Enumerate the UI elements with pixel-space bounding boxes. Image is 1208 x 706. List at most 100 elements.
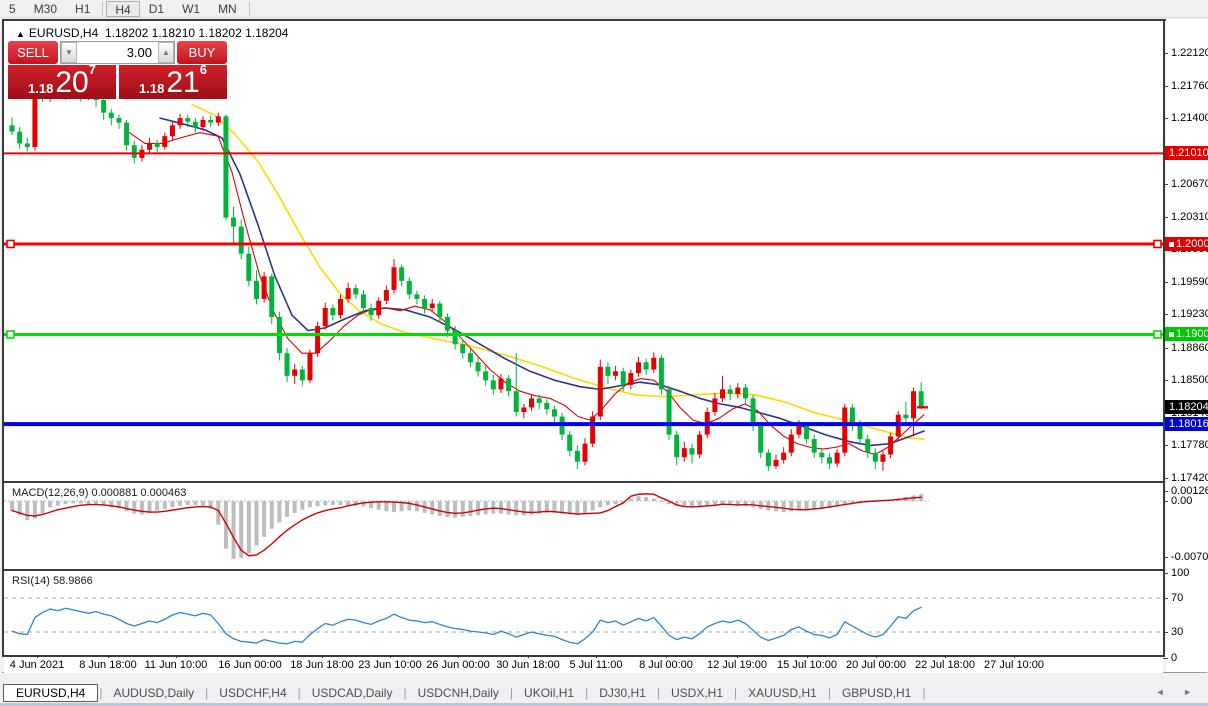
price-tick bbox=[1163, 348, 1168, 349]
buy-price-display[interactable]: 1.18216 bbox=[119, 65, 227, 99]
time-tick bbox=[737, 655, 738, 658]
timeframe-button-5[interactable]: 5 bbox=[0, 1, 25, 17]
sell-price-display[interactable]: 1.18207 bbox=[8, 65, 116, 99]
line-anchor-icon bbox=[1169, 332, 1174, 337]
chart-tab-dj30[interactable]: DJ30,H1 bbox=[589, 684, 656, 702]
macd-axis-label: -0.00707 bbox=[1171, 551, 1208, 563]
time-tick bbox=[390, 655, 391, 658]
price-tick-label: 1.21400 bbox=[1171, 112, 1208, 124]
macd-main-value: 0.000881 bbox=[91, 487, 137, 499]
chart-tab-xauusd[interactable]: XAUUSD,H1 bbox=[738, 684, 827, 702]
macd-axis-label: 0.00 bbox=[1171, 495, 1192, 507]
timeframe-button-mn[interactable]: MN bbox=[209, 1, 246, 17]
rsi-panel[interactable] bbox=[4, 571, 1163, 655]
price-axis[interactable]: 1.221201.217601.214001.206701.203101.199… bbox=[1166, 19, 1208, 672]
macd-axis-tick bbox=[1163, 491, 1168, 492]
time-tick bbox=[322, 655, 323, 658]
price-tick-label: 1.19590 bbox=[1171, 276, 1208, 288]
macd-name: MACD(12,26,9) bbox=[12, 487, 88, 499]
price-badge-1.19007: 1.19007 bbox=[1165, 327, 1208, 341]
price-tick-label: 1.20310 bbox=[1171, 211, 1208, 223]
rsi-axis-label: 100 bbox=[1171, 567, 1189, 579]
rsi-axis-tick bbox=[1163, 632, 1168, 633]
toolbar-separator bbox=[102, 2, 103, 16]
price-tick-label: 1.21760 bbox=[1171, 80, 1208, 92]
time-tick bbox=[176, 655, 177, 658]
sell-price-big-digits: 20 bbox=[55, 69, 88, 97]
buy-price-prefix: 1.18 bbox=[139, 80, 164, 97]
price-tick-label: 1.20670 bbox=[1171, 178, 1208, 190]
sell-price-prefix: 1.18 bbox=[28, 80, 53, 97]
line-anchor-icon bbox=[1169, 242, 1174, 247]
tab-scroll-arrows[interactable]: ◄ ► bbox=[1156, 687, 1200, 697]
rsi-axis-tick bbox=[1163, 573, 1168, 574]
time-tick bbox=[666, 655, 667, 658]
chart-tab-eurusd[interactable]: EURUSD,H4 bbox=[3, 684, 98, 702]
price-badge-1.20008: 1.20008 bbox=[1165, 237, 1208, 251]
chart-tab-ukoil[interactable]: UKOil,H1 bbox=[514, 684, 584, 702]
chart-tab-usdchf[interactable]: USDCHF,H4 bbox=[209, 684, 296, 702]
rsi-axis-tick bbox=[1163, 658, 1168, 659]
buy-price-pip-digit: 6 bbox=[200, 55, 207, 85]
rsi-axis-tick bbox=[1163, 598, 1168, 599]
price-badge-1.18016: 1.18016 bbox=[1165, 417, 1208, 431]
price-tick bbox=[1163, 118, 1168, 119]
candles bbox=[10, 82, 924, 471]
rsi-value: 58.9866 bbox=[53, 575, 93, 587]
macd-axis-tick bbox=[1163, 557, 1168, 558]
current-price-dash bbox=[917, 406, 928, 408]
price-tick-label: 1.18500 bbox=[1171, 374, 1208, 386]
price-tick bbox=[1163, 217, 1168, 218]
price-tick-label: 1.17420 bbox=[1171, 472, 1208, 484]
price-tick bbox=[1163, 86, 1168, 87]
time-tick bbox=[807, 655, 808, 658]
timeframe-button-h4[interactable]: H4 bbox=[106, 1, 139, 17]
sell-button[interactable]: SELL bbox=[8, 41, 58, 64]
price-tick bbox=[1163, 478, 1168, 479]
volume-increase-button[interactable]: ▲ bbox=[158, 42, 174, 63]
price-tick bbox=[1163, 53, 1168, 54]
chart-tab-usdx[interactable]: USDX,H1 bbox=[661, 684, 733, 702]
price-tick bbox=[1163, 380, 1168, 381]
chart-title: ▲EURUSD,H4 1.18202 1.18210 1.18202 1.182… bbox=[16, 26, 288, 40]
macd-signal-value: 0.000463 bbox=[140, 487, 186, 499]
rsi-axis-label: 0 bbox=[1171, 652, 1177, 664]
timeframe-button-m30[interactable]: M30 bbox=[25, 1, 66, 17]
timeframe-button-w1[interactable]: W1 bbox=[173, 1, 209, 17]
time-tick bbox=[528, 655, 529, 658]
chart-symbol-label: EURUSD,H4 bbox=[29, 26, 98, 40]
time-axis[interactable]: 4 Jun 20218 Jun 18:0011 Jun 10:0016 Jun … bbox=[4, 657, 1163, 673]
macd-axis-tick bbox=[1163, 501, 1168, 502]
chart-tab-gbpusd[interactable]: GBPUSD,H1 bbox=[832, 684, 921, 702]
price-tick bbox=[1163, 314, 1168, 315]
chart-tab-bar: EURUSD,H4|AUDUSD,Daily|USDCHF,H4|USDCAD,… bbox=[0, 682, 1208, 703]
price-badge-1.18204: 1.18204 bbox=[1165, 400, 1208, 414]
price-tick-label: 1.17780 bbox=[1171, 439, 1208, 451]
price-badge-1.21010: 1.21010 bbox=[1165, 146, 1208, 160]
timeframe-toolbar: 5M30H1 H4D1W1MN bbox=[0, 0, 1208, 18]
price-tick bbox=[1163, 282, 1168, 283]
timeframe-button-h1[interactable]: H1 bbox=[66, 1, 99, 17]
volume-decrease-button[interactable]: ▼ bbox=[61, 42, 77, 63]
time-tick bbox=[37, 655, 38, 658]
time-tick-label: 27 Jul 10:00 bbox=[969, 659, 1059, 671]
time-tick bbox=[250, 655, 251, 658]
tab-separator: | bbox=[921, 686, 926, 700]
price-tick bbox=[1163, 445, 1168, 446]
chart-tab-usdcnh[interactable]: USDCNH,Daily bbox=[408, 684, 509, 702]
toolbar-separator bbox=[249, 2, 250, 16]
time-tick bbox=[876, 655, 877, 658]
chart-tab-usdcad[interactable]: USDCAD,Daily bbox=[302, 684, 403, 702]
chart-tab-audusd[interactable]: AUDUSD,Daily bbox=[103, 684, 204, 702]
rsi-axis-label: 70 bbox=[1171, 592, 1183, 604]
price-tick-label: 1.18860 bbox=[1171, 342, 1208, 354]
buy-price-big-digits: 21 bbox=[166, 69, 199, 97]
time-tick bbox=[596, 655, 597, 658]
collapse-triangle-icon[interactable]: ▲ bbox=[16, 29, 25, 39]
time-tick bbox=[108, 655, 109, 658]
one-click-trading-panel: SELL ▼ 3.00 ▲ BUY 1.18207 1.18216 bbox=[8, 41, 227, 99]
macd-label-row: MACD(12,26,9) 0.000881 0.000463 bbox=[12, 487, 186, 499]
horizontal-lines bbox=[4, 152, 1163, 426]
time-tick bbox=[458, 655, 459, 658]
timeframe-button-d1[interactable]: D1 bbox=[140, 1, 173, 17]
